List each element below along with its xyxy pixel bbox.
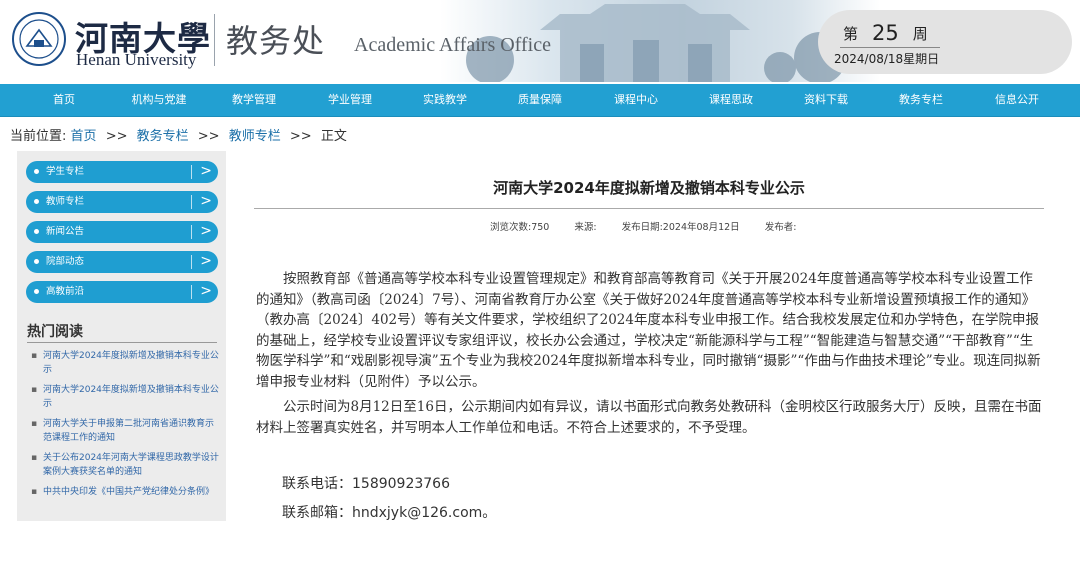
hot-link[interactable]: 河南大学2024年度拟新增及撤销本科专业公示	[43, 349, 221, 377]
sidebar-item-label: 院部动态	[46, 256, 85, 267]
sidebar-item-label: 新闻公告	[46, 226, 85, 237]
article-source: 来源:	[574, 222, 597, 233]
hot-reading-divider	[27, 342, 217, 343]
divider	[191, 195, 192, 209]
divider	[191, 165, 192, 179]
bullet-icon	[34, 229, 39, 234]
office-name-en: Academic Affairs Office	[354, 34, 551, 56]
site-header: 河南大學 Henan University 教务处 Academic Affai…	[0, 0, 1080, 82]
office-name-cn: 教务处	[226, 22, 326, 60]
bullet-icon	[34, 169, 39, 174]
bullet-icon	[34, 259, 39, 264]
hot-link[interactable]: 河南大学2024年度拟新增及撤销本科专业公示	[43, 383, 221, 411]
breadcrumb-prefix: 当前位置:	[10, 129, 67, 144]
email-suffix: 。	[482, 505, 497, 521]
list-item[interactable]: 中共中央印发《中国共产党纪律处分条例》	[31, 485, 221, 519]
email-label: 联系邮箱：	[282, 505, 352, 521]
sidebar-item-label: 教师专栏	[46, 196, 85, 207]
breadcrumb-separator: >>	[289, 129, 312, 144]
breadcrumb-teacher-column[interactable]: 教师专栏	[229, 129, 281, 144]
contact-phone: 联系电话：15890923766	[282, 473, 450, 493]
sidebar-item-department-news[interactable]: 院部动态 >	[26, 251, 218, 273]
article-body: 按照教育部《普通高等学校本科专业设置管理规定》和教育部高等教育司《关于开展202…	[256, 269, 1046, 438]
hot-reading-title: 热门阅读	[27, 324, 83, 340]
nav-item-home[interactable]: 首页	[53, 84, 75, 116]
bullet-icon	[34, 289, 39, 294]
chevron-right-icon: >	[200, 253, 212, 269]
sidebar-item-label: 学生专栏	[46, 166, 85, 177]
sidebar-item-label: 高教前沿	[46, 286, 85, 297]
university-name-en: Henan University	[76, 50, 197, 69]
sidebar-item-teacher-column[interactable]: 教师专栏 >	[26, 191, 218, 213]
chevron-right-icon: >	[200, 163, 212, 179]
breadcrumb-separator: >>	[197, 129, 220, 144]
list-item[interactable]: 河南大学2024年度拟新增及撤销本科专业公示	[31, 349, 221, 383]
nav-item-downloads[interactable]: 资料下载	[804, 84, 848, 116]
chevron-right-icon: >	[200, 223, 212, 239]
nav-item-course-center[interactable]: 课程中心	[614, 84, 658, 116]
header-divider	[214, 14, 215, 66]
view-count: 浏览次数:750	[490, 222, 550, 233]
week-indicator: 第 25 周 2024/08/18星期日	[818, 10, 1072, 74]
title-divider	[254, 208, 1044, 209]
bullet-icon	[34, 199, 39, 204]
university-seal-logo	[12, 12, 66, 66]
chevron-right-icon: >	[200, 193, 212, 209]
breadcrumb-separator: >>	[105, 129, 128, 144]
contact-email: 联系邮箱：hndxjyk@126.com。	[282, 502, 496, 522]
breadcrumb: 当前位置: 首页 >> 教务专栏 >> 教师专栏 >> 正文	[10, 125, 347, 144]
article-paragraph: 公示时间为8月12日至16日，公示期间内如有异议，请以书面形式向教务处教研科（金…	[256, 399, 1042, 436]
article-meta: 浏览次数:750 来源: 发布日期:2024年08月12日 发布者:	[490, 219, 818, 233]
week-number: 25	[872, 21, 899, 45]
hot-reading-list: 河南大学2024年度拟新增及撤销本科专业公示 河南大学2024年度拟新增及撤销本…	[31, 349, 221, 519]
breadcrumb-academic-column[interactable]: 教务专栏	[137, 129, 189, 144]
nav-item-academic-column[interactable]: 教务专栏	[899, 84, 943, 116]
breadcrumb-current: 正文	[320, 129, 347, 144]
divider	[191, 255, 192, 269]
article-title: 河南大学2024年度拟新增及撤销本科专业公示	[493, 179, 805, 197]
nav-item-info-disclosure[interactable]: 信息公开	[995, 84, 1039, 116]
hot-link[interactable]: 中共中央印发《中国共产党纪律处分条例》	[43, 485, 221, 499]
sidebar-item-higher-ed-frontier[interactable]: 高教前沿 >	[26, 281, 218, 303]
email-address[interactable]: hndxjyk@126.com	[352, 505, 482, 521]
phone-label: 联系电话：	[282, 476, 352, 492]
list-item[interactable]: 关于公布2024年河南大学课程思政教学设计案例大赛获奖名单的通知	[31, 451, 221, 485]
main-nav: 首页 机构与党建 教学管理 学业管理 实践教学 质量保障 课程中心 课程思政 资…	[0, 84, 1080, 117]
phone-number: 15890923766	[352, 476, 450, 492]
publisher: 发布者:	[764, 222, 797, 233]
hot-link[interactable]: 河南大学关于申报第二批河南省通识教育示范课程工作的通知	[43, 417, 221, 445]
list-item[interactable]: 河南大学2024年度拟新增及撤销本科专业公示	[31, 383, 221, 417]
sidebar-item-student-column[interactable]: 学生专栏 >	[26, 161, 218, 183]
week-row: 第 25 周	[843, 20, 928, 45]
list-item[interactable]: 河南大学关于申报第二批河南省通识教育示范课程工作的通知	[31, 417, 221, 451]
nav-item-practice-teaching[interactable]: 实践教学	[423, 84, 467, 116]
publish-date: 发布日期:2024年08月12日	[621, 222, 740, 233]
nav-item-academic-management[interactable]: 学业管理	[328, 84, 372, 116]
chevron-right-icon: >	[200, 283, 212, 299]
article-paragraph: 按照教育部《普通高等学校本科专业设置管理规定》和教育部高等教育司《关于开展202…	[256, 271, 1041, 390]
sidebar: 学生专栏 > 教师专栏 > 新闻公告 > 院部动态 > 高教前沿 > 热门阅读 …	[17, 151, 226, 521]
nav-item-organization[interactable]: 机构与党建	[132, 84, 187, 116]
sidebar-item-news[interactable]: 新闻公告 >	[26, 221, 218, 243]
nav-item-course-ideology[interactable]: 课程思政	[709, 84, 753, 116]
week-suffix: 周	[912, 25, 928, 43]
current-date: 2024/08/18星期日	[834, 52, 940, 66]
article: 河南大学2024年度拟新增及撤销本科专业公示 浏览次数:750 来源: 发布日期…	[230, 151, 1068, 571]
nav-item-quality-assurance[interactable]: 质量保障	[518, 84, 562, 116]
divider	[191, 225, 192, 239]
nav-item-teaching-management[interactable]: 教学管理	[232, 84, 276, 116]
week-prefix: 第	[843, 25, 859, 43]
breadcrumb-home[interactable]: 首页	[71, 129, 97, 144]
hot-link[interactable]: 关于公布2024年河南大学课程思政教学设计案例大赛获奖名单的通知	[43, 451, 221, 479]
divider	[191, 285, 192, 299]
week-underline	[840, 47, 940, 48]
